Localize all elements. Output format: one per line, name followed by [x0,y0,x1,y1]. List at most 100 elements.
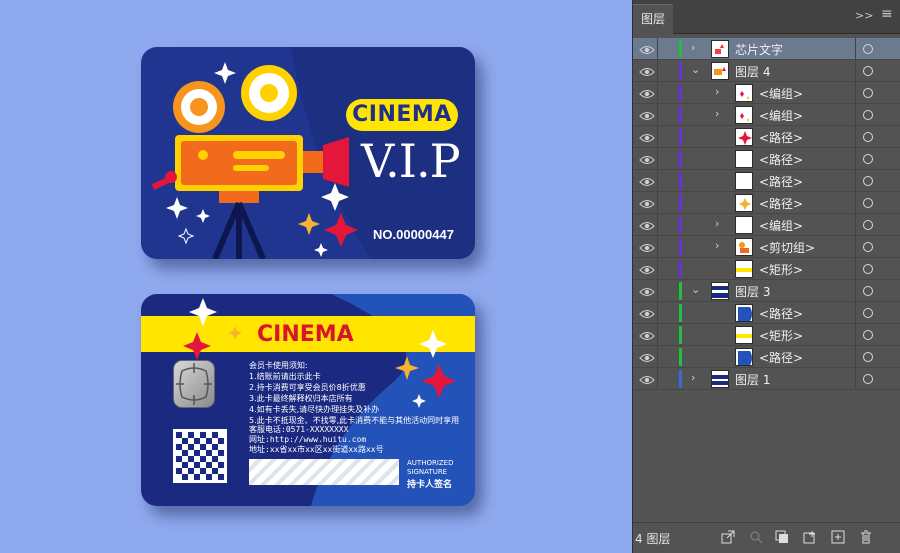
layer-label[interactable]: <编组> [759,217,803,234]
layer-label[interactable]: <路径> [759,151,803,168]
layer-label[interactable]: <矩形> [759,261,803,278]
lock-column[interactable] [657,170,658,192]
layer-row[interactable]: › 图层 1 [633,368,900,390]
chevron-right-icon[interactable]: › [715,239,719,252]
chevron-right-icon[interactable]: › [715,107,719,120]
target-circle-icon[interactable] [863,132,873,142]
lock-column[interactable] [657,368,658,390]
visibility-eye-icon[interactable] [639,262,655,276]
target-circle-icon[interactable] [863,352,873,362]
lock-column[interactable] [657,280,658,302]
target-circle-icon[interactable] [863,264,873,274]
search-icon[interactable] [749,530,763,544]
lock-column[interactable] [657,258,658,280]
lock-column[interactable] [657,214,658,236]
visibility-eye-icon[interactable] [639,64,655,78]
target-circle-icon[interactable] [863,198,873,208]
visibility-eye-icon[interactable] [639,152,655,166]
target-circle-icon[interactable] [863,242,873,252]
lock-column[interactable] [657,302,658,324]
layer-label[interactable]: <路径> [759,195,803,212]
chevron-right-icon[interactable]: › [691,41,695,54]
visibility-eye-icon[interactable] [639,108,655,122]
tab-layers[interactable]: 图层 [633,4,673,34]
layer-row[interactable]: <路径> [633,346,900,368]
visibility-eye-icon[interactable] [639,218,655,232]
visibility-eye-icon[interactable] [639,42,655,56]
layer-label[interactable]: <路径> [759,129,803,146]
lock-column[interactable] [657,192,658,214]
visibility-eye-icon[interactable] [639,350,655,364]
target-circle-icon[interactable] [863,176,873,186]
lock-column[interactable] [657,148,658,170]
new-layer-icon[interactable] [831,530,845,544]
target-circle-icon[interactable] [863,88,873,98]
export-icon[interactable] [721,530,735,544]
layer-row[interactable]: › 芯片文字 [633,38,900,60]
visibility-eye-icon[interactable] [639,328,655,342]
projector-thumb [735,238,753,256]
lock-column[interactable] [657,60,658,82]
layer-row[interactable]: › <编组> [633,104,900,126]
chevron-down-icon[interactable]: ⌄ [691,63,700,76]
chevron-right-icon[interactable]: › [715,217,719,230]
blank-thumb [735,150,753,168]
layer-row[interactable]: <路径> [633,192,900,214]
target-circle-icon[interactable] [863,308,873,318]
target-separator [855,368,856,390]
layer-label[interactable]: <剪切组> [759,239,815,256]
lock-column[interactable] [657,104,658,126]
layer-label[interactable]: 图层 3 [735,283,770,300]
visibility-eye-icon[interactable] [639,130,655,144]
chevron-right-icon[interactable]: › [691,371,695,384]
layer-row[interactable]: › <编组> [633,82,900,104]
target-circle-icon[interactable] [863,286,873,296]
target-circle-icon[interactable] [863,44,873,54]
target-circle-icon[interactable] [863,220,873,230]
chevron-down-icon[interactable]: ⌄ [691,283,700,296]
layer-row[interactable]: <路径> [633,148,900,170]
target-circle-icon[interactable] [863,110,873,120]
visibility-eye-icon[interactable] [639,372,655,386]
chevron-right-icon[interactable]: › [715,85,719,98]
layer-label[interactable]: <编组> [759,107,803,124]
layer-label[interactable]: <编组> [759,85,803,102]
layer-row[interactable]: › <编组> [633,214,900,236]
target-circle-icon[interactable] [863,330,873,340]
layer-row[interactable]: <矩形> [633,324,900,346]
trash-icon[interactable] [859,530,873,544]
panel-menu-icon[interactable]: ≡ [881,6,893,22]
visibility-eye-icon[interactable] [639,86,655,100]
layer-label[interactable]: <矩形> [759,327,803,344]
layer-row[interactable]: <路径> [633,170,900,192]
target-circle-icon[interactable] [863,154,873,164]
visibility-eye-icon[interactable] [639,174,655,188]
layer-row[interactable]: <矩形> [633,258,900,280]
layer-label[interactable]: <路径> [759,305,803,322]
lock-column[interactable] [657,82,658,104]
layer-row[interactable]: <路径> [633,302,900,324]
clipping-mask-icon[interactable] [775,530,789,544]
layer-row[interactable]: <路径> [633,126,900,148]
target-circle-icon[interactable] [863,374,873,384]
new-sublayer-icon[interactable] [803,530,817,544]
visibility-eye-icon[interactable] [639,306,655,320]
lock-column[interactable] [657,38,658,60]
lock-column[interactable] [657,324,658,346]
visibility-eye-icon[interactable] [639,284,655,298]
layer-label[interactable]: <路径> [759,349,803,366]
layer-row[interactable]: ⌄ 图层 4 [633,60,900,82]
lock-column[interactable] [657,346,658,368]
lock-column[interactable] [657,236,658,258]
collapse-panel-icon[interactable]: >> [855,9,873,22]
layer-row[interactable]: › <剪切组> [633,236,900,258]
layer-label[interactable]: 图层 1 [735,371,770,388]
visibility-eye-icon[interactable] [639,240,655,254]
layer-label[interactable]: <路径> [759,173,803,190]
visibility-eye-icon[interactable] [639,196,655,210]
layer-label[interactable]: 芯片文字 [735,41,783,58]
layer-label[interactable]: 图层 4 [735,63,770,80]
target-circle-icon[interactable] [863,66,873,76]
lock-column[interactable] [657,126,658,148]
layer-row[interactable]: ⌄ 图层 3 [633,280,900,302]
